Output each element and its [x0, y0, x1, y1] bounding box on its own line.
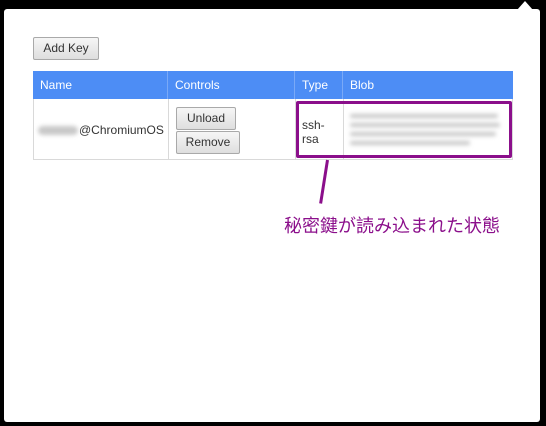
- annotation-caption: 秘密鍵が読み込まれた状態: [284, 216, 500, 237]
- header-blob: Blob: [350, 78, 375, 92]
- table-header: Name Controls Type Blob: [33, 71, 513, 99]
- key-name-cell: @ChromiumOS: [38, 123, 164, 137]
- key-name-suffix: @ChromiumOS: [79, 123, 164, 137]
- header-name: Name: [33, 71, 168, 99]
- header-type: Type: [295, 71, 343, 99]
- remove-button[interactable]: Remove: [176, 131, 240, 154]
- add-key-button[interactable]: Add Key: [33, 37, 99, 60]
- annotation-leader-line: [319, 159, 329, 204]
- annotation-highlight-box: [296, 101, 512, 158]
- redacted-username: [38, 126, 78, 136]
- header-controls: Controls: [168, 71, 295, 99]
- column-divider: [168, 99, 169, 159]
- unload-button[interactable]: Unload: [176, 107, 236, 130]
- ssh-key-popup: Add Key Name Controls Type Blob @Chromiu…: [4, 9, 540, 422]
